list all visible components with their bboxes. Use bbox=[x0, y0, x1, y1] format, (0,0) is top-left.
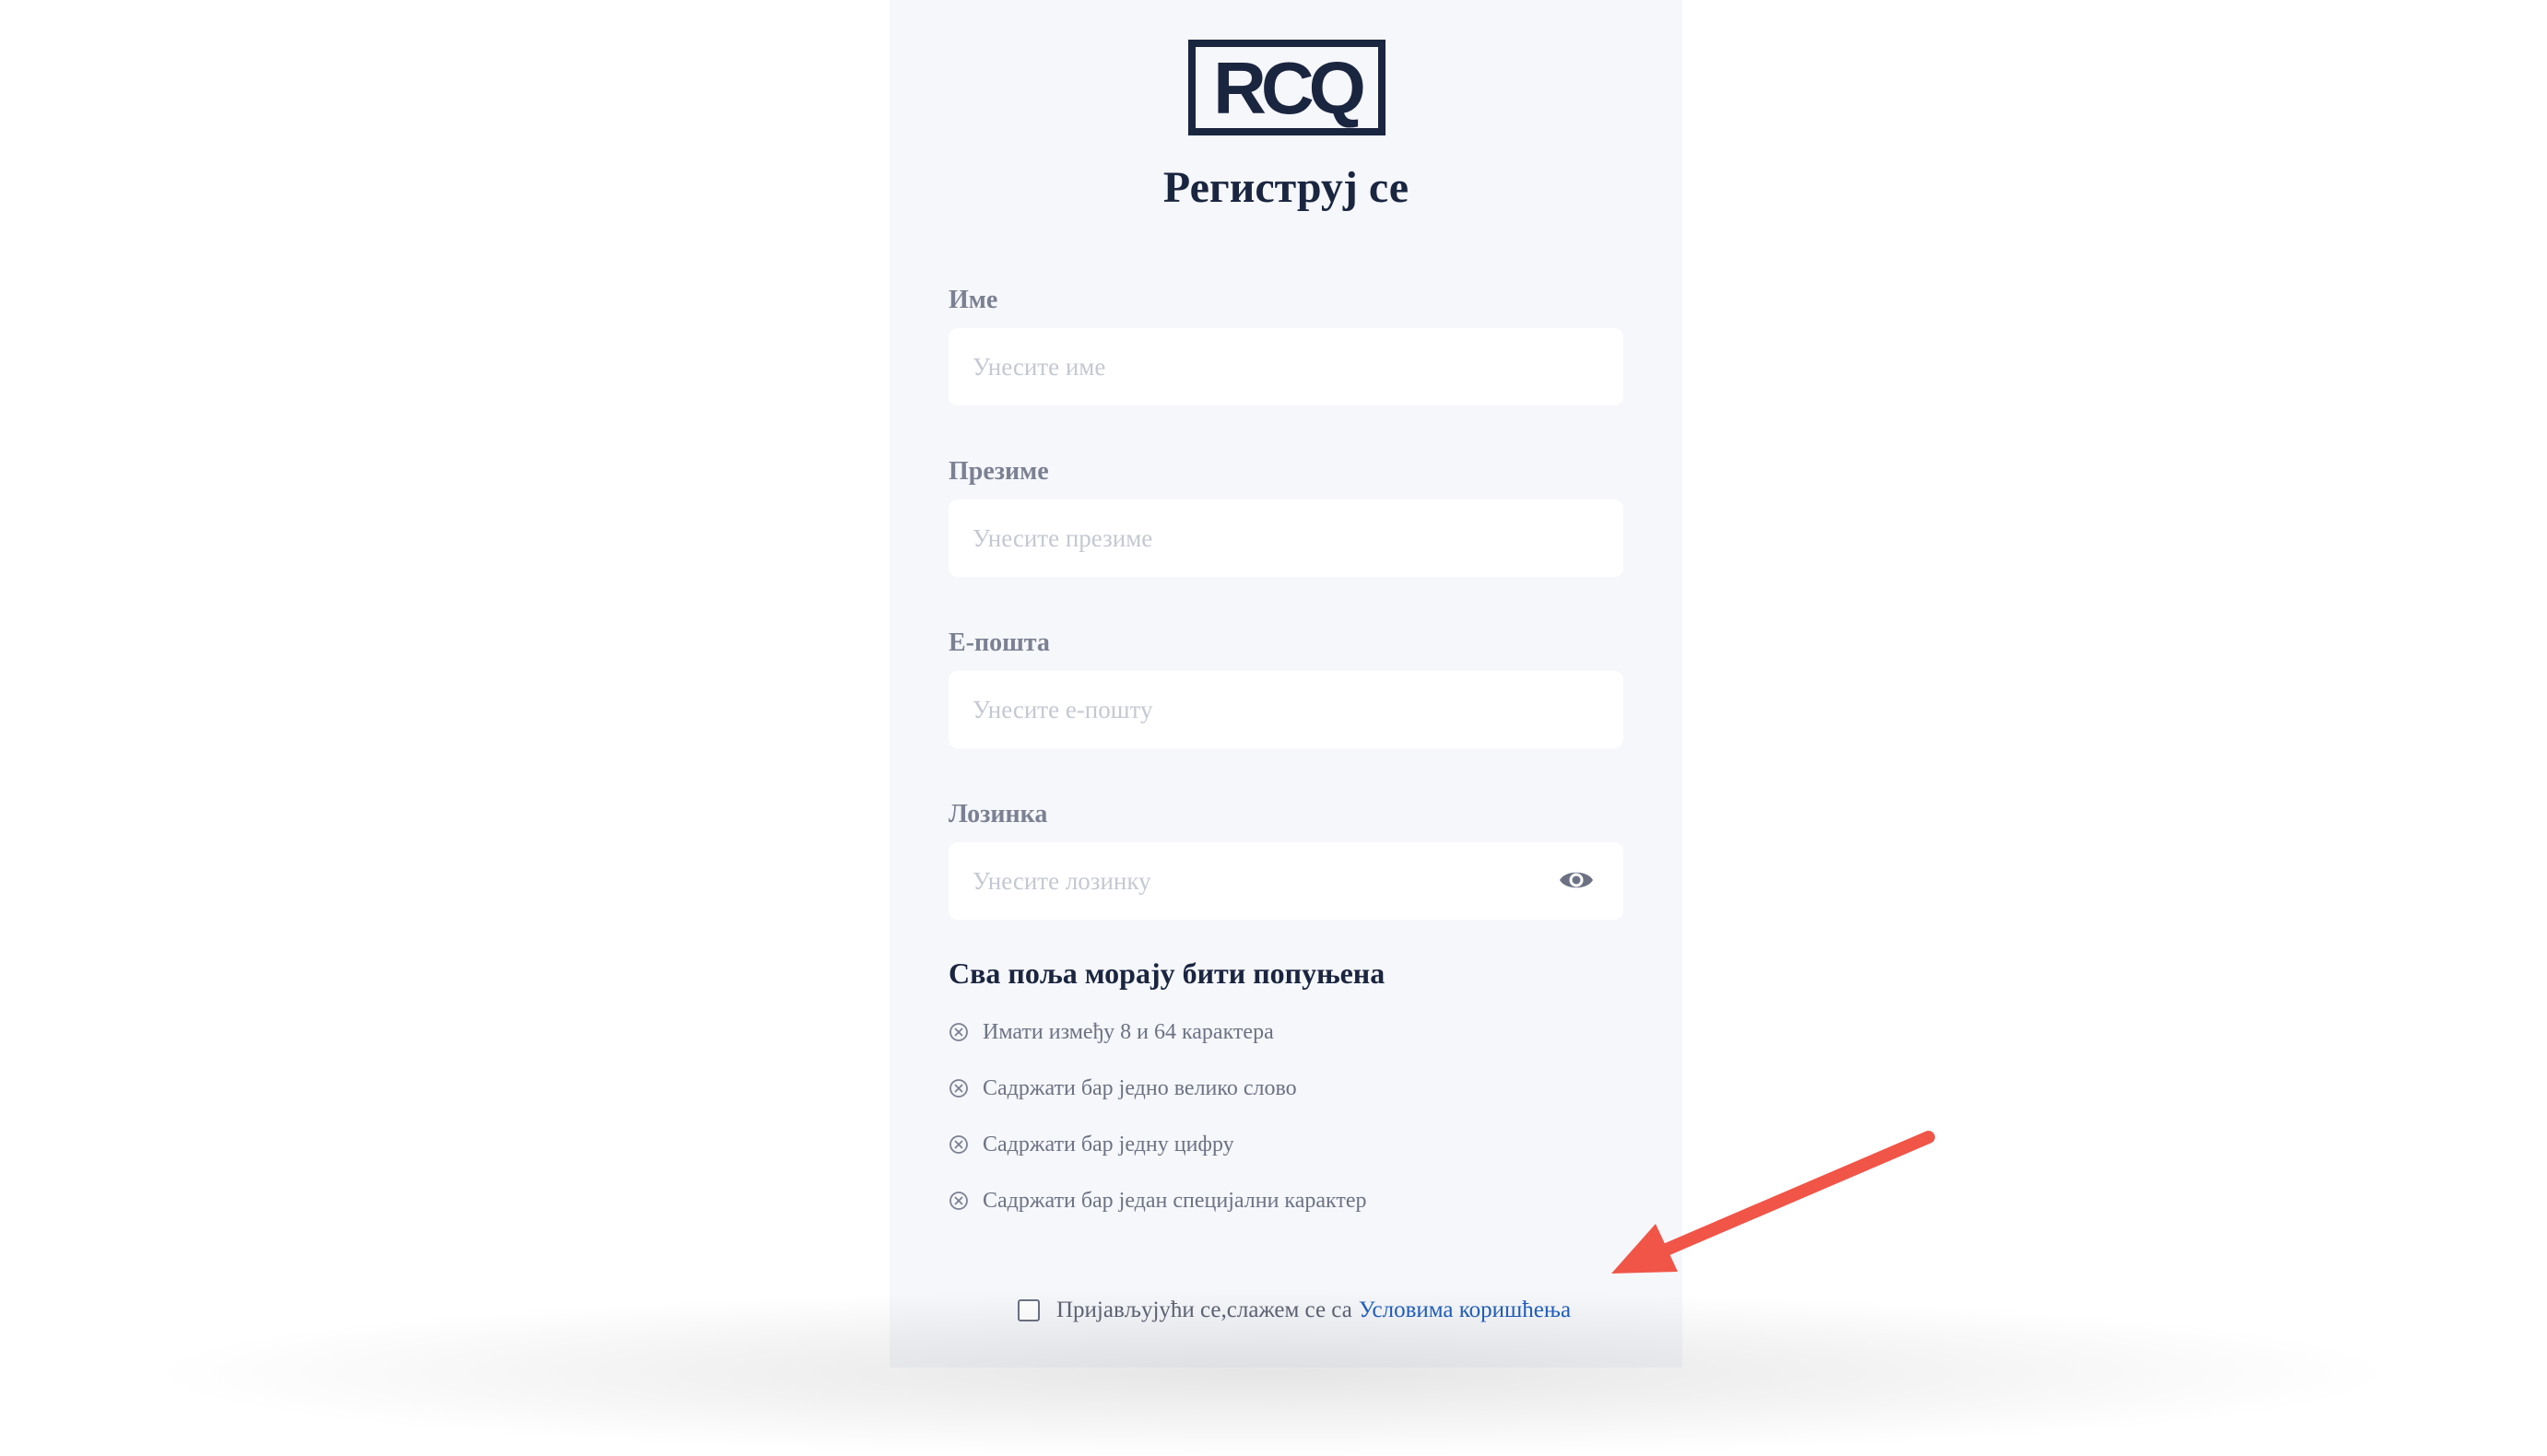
last-name-label: Презиме bbox=[949, 457, 1049, 486]
requirement-item: Садржати бар један специјални карактер bbox=[949, 1184, 1367, 1217]
password-label: Лозинка bbox=[949, 800, 1048, 828]
x-circle-icon bbox=[949, 1135, 968, 1154]
logo-text: RCQ bbox=[1213, 47, 1363, 129]
x-circle-icon bbox=[949, 1023, 968, 1041]
requirement-text: Садржати бар један специјални карактер bbox=[983, 1188, 1367, 1213]
page-title: Региструј се bbox=[1162, 163, 1409, 212]
terms-link[interactable]: Условима коришћења bbox=[1359, 1297, 1571, 1323]
requirement-item: Садржати бар једну цифру bbox=[949, 1128, 1234, 1161]
requirement-text: Садржати бар једну цифру bbox=[983, 1132, 1234, 1157]
terms-text: Пријављујући се,слажем се са bbox=[1056, 1297, 1352, 1322]
last-name-input[interactable] bbox=[949, 499, 1623, 577]
x-circle-icon bbox=[949, 1192, 968, 1210]
eye-icon[interactable] bbox=[1558, 866, 1595, 894]
requirements-title: Сва поља морају бити попуњена bbox=[949, 957, 1386, 990]
email-label: Е-пошта bbox=[949, 628, 1050, 657]
requirement-text: Садржати бар једно велико слово bbox=[983, 1075, 1297, 1100]
requirement-item: Садржати бар једно велико слово bbox=[949, 1072, 1297, 1105]
annotation-arrow bbox=[1611, 1131, 1935, 1274]
rcq-logo: RCQ bbox=[1188, 40, 1386, 135]
x-circle-icon bbox=[949, 1079, 968, 1098]
requirement-text: Имати између 8 и 64 карактера bbox=[983, 1019, 1274, 1044]
requirement-item: Имати између 8 и 64 карактера bbox=[949, 1016, 1274, 1049]
first-name-input[interactable] bbox=[949, 328, 1623, 405]
first-name-label: Име bbox=[949, 286, 998, 314]
email-input[interactable] bbox=[949, 671, 1623, 748]
password-input[interactable] bbox=[949, 842, 1623, 920]
terms-checkbox[interactable] bbox=[1018, 1299, 1040, 1321]
terms-row: Пријављујући се,слажем се са Условима ко… bbox=[1018, 1294, 1571, 1327]
